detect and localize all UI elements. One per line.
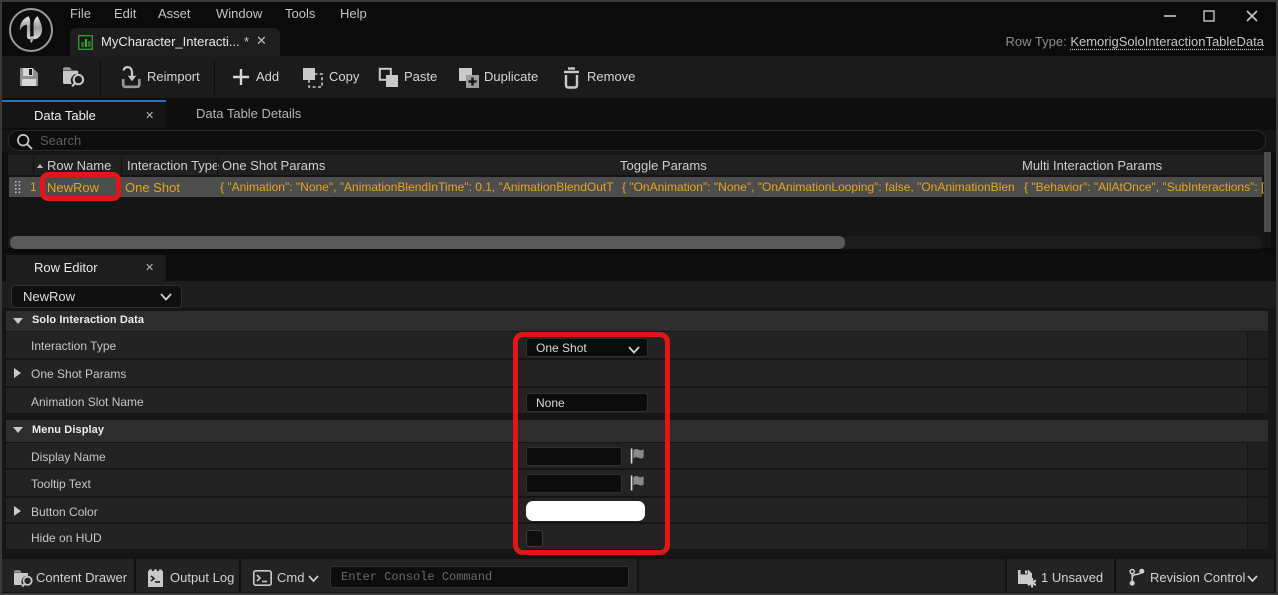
svg-text:✱: ✱ bbox=[1027, 576, 1036, 588]
